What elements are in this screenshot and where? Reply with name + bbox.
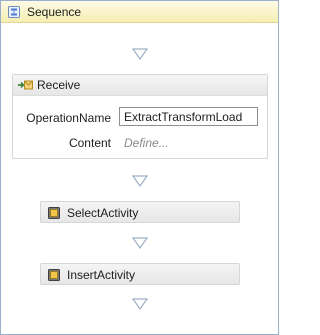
drop-arrow-icon[interactable] <box>132 298 148 310</box>
sequence-header[interactable]: Sequence <box>1 1 278 23</box>
insert-activity-label: InsertActivity <box>67 268 136 282</box>
content-label: Content <box>68 136 111 150</box>
activity-icon <box>48 207 60 219</box>
insert-activity[interactable]: InsertActivity <box>40 263 240 285</box>
select-activity[interactable]: SelectActivity <box>40 201 240 223</box>
drop-arrow-icon[interactable] <box>132 48 148 60</box>
drop-arrow-icon[interactable] <box>132 237 148 249</box>
content-define-link[interactable]: Define... <box>124 136 169 150</box>
activity-icon <box>48 269 60 281</box>
sequence-icon <box>8 6 20 18</box>
operation-name-field[interactable]: ExtractTransformLoad <box>119 107 258 126</box>
receive-activity[interactable]: Receive OperationName ExtractTransformLo… <box>12 74 268 159</box>
receive-title: Receive <box>37 78 81 92</box>
receive-header[interactable]: Receive <box>13 75 267 96</box>
operation-name-label: OperationName <box>26 111 111 125</box>
drop-arrow-icon[interactable] <box>132 175 148 187</box>
sequence-container[interactable]: Sequence Receive OperationName ExtractTr… <box>0 0 279 335</box>
select-activity-label: SelectActivity <box>67 206 139 220</box>
receive-icon <box>18 80 33 90</box>
sequence-title: Sequence <box>27 5 82 19</box>
